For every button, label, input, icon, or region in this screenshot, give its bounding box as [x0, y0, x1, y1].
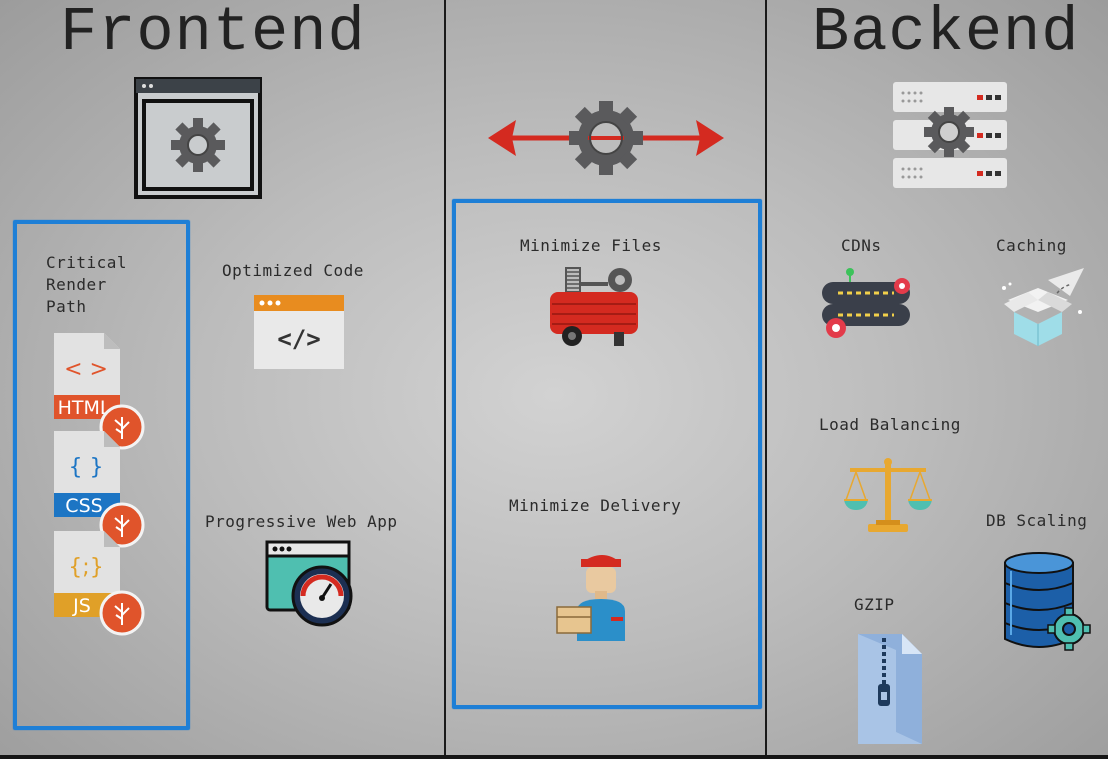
- air-compressor-icon: [550, 267, 638, 346]
- critical-render-path-label: Critical Render Path: [46, 253, 128, 316]
- svg-text:{;}: {;}: [68, 555, 103, 580]
- divider-left: [444, 0, 446, 757]
- js-label: JS: [72, 595, 91, 617]
- load-balancing-label: Load Balancing: [819, 415, 961, 434]
- gzip-label: GZIP: [854, 595, 895, 614]
- svg-text:< >: < >: [64, 357, 108, 382]
- minimize-files-label: Minimize Files: [520, 236, 662, 255]
- svg-text:</>: </>: [277, 325, 320, 353]
- cdns-label: CDNs: [841, 236, 882, 255]
- svg-text:{ }: { }: [69, 455, 104, 480]
- balance-scale-icon: [844, 458, 932, 532]
- caching-label: Caching: [996, 236, 1067, 255]
- delivery-man-icon: [556, 555, 625, 641]
- backend-title: Backend: [812, 0, 1080, 68]
- pwa-speedometer-icon: [265, 540, 353, 627]
- divider-right: [765, 0, 767, 757]
- cdn-network-icon: [822, 268, 910, 338]
- caching-box-icon: [1002, 268, 1084, 346]
- browser-gear-icon: [134, 77, 262, 199]
- server-gear-icon: [893, 82, 1007, 188]
- database-gear-icon: [1004, 552, 1091, 651]
- js-file-icon: {;} JS: [54, 531, 145, 636]
- minimize-delivery-label: Minimize Delivery: [509, 496, 682, 515]
- optimized-code-label: Optimized Code: [222, 261, 364, 280]
- code-window-icon: </>: [254, 295, 344, 369]
- zip-file-icon: [858, 634, 922, 744]
- progressive-web-app-label: Progressive Web App: [205, 512, 398, 531]
- css-label: CSS: [65, 495, 102, 517]
- frontend-title: Frontend: [60, 0, 366, 68]
- bottom-border: [0, 755, 1108, 759]
- double-arrow-gear-icon: [488, 101, 724, 175]
- db-scaling-label: DB Scaling: [986, 511, 1088, 530]
